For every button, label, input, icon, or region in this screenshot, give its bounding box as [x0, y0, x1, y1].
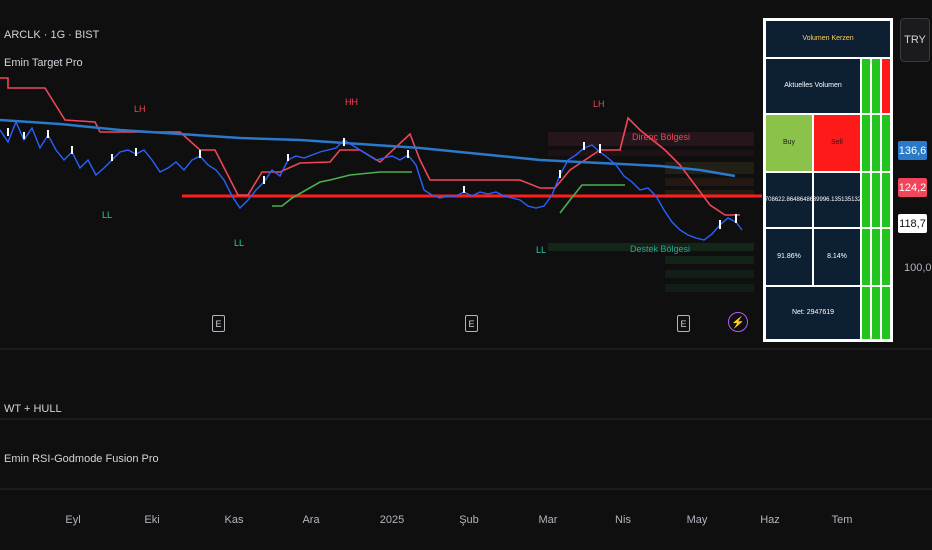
- x-axis-tick: Tem: [831, 514, 853, 526]
- trailing-stop-green: [559, 184, 625, 214]
- swing-label-ll: LL: [102, 210, 113, 220]
- x-axis-tick: 2025: [379, 514, 405, 526]
- indicator-name[interactable]: Emin Target Pro: [4, 57, 83, 69]
- support-zone: [665, 270, 754, 278]
- status-cell: [861, 286, 871, 340]
- status-cell: [871, 114, 881, 172]
- x-axis-tick: Haz: [760, 514, 780, 526]
- earnings-event-marker[interactable]: E: [212, 315, 225, 332]
- earnings-event-marker[interactable]: E: [677, 315, 690, 332]
- swing-label-lh: LH: [134, 104, 146, 114]
- resistance-zone-label: Direnç Bölgesi: [632, 132, 691, 142]
- sell-cell: Sell: [813, 114, 861, 172]
- volume-table-title: Volumen Kerzen: [765, 20, 891, 58]
- net-volume: Net: 2947619: [765, 286, 861, 340]
- status-cell: [871, 58, 881, 114]
- price-tag-trail[interactable]: 124,2: [898, 178, 927, 197]
- trailing-stop-green: [272, 171, 412, 207]
- resistance-zone: [665, 178, 754, 186]
- status-cell: [861, 58, 871, 114]
- support-zone: [665, 256, 754, 264]
- support-zone-label: Destek Bölgesi: [630, 244, 691, 254]
- trailing-stop-red: [0, 77, 740, 216]
- symbol-title[interactable]: ARCLK · 1G · BIST: [4, 29, 99, 41]
- status-cell: [881, 286, 891, 340]
- x-axis-tick: Ara: [302, 514, 320, 526]
- support-zone: [665, 284, 754, 292]
- pane-label-wt-hull[interactable]: WT + HULL: [4, 403, 62, 415]
- dividend-event-icon[interactable]: ⚡: [728, 312, 748, 332]
- x-axis-tick: May: [686, 514, 708, 526]
- current-volume-label: Aktuelles Volumen: [765, 58, 861, 114]
- sell-percent: 8.14%: [813, 228, 861, 286]
- x-axis-tick: Şub: [459, 514, 479, 526]
- status-cell: [881, 172, 891, 228]
- status-cell: [871, 286, 881, 340]
- status-cell: [861, 114, 871, 172]
- x-axis-tick: Kas: [224, 514, 244, 526]
- swing-label-lh: LH: [593, 99, 605, 109]
- status-cell: [881, 228, 891, 286]
- x-axis-tick: Eyl: [65, 514, 81, 526]
- buy-volume: 2708622.864864867: [765, 172, 813, 228]
- buy-percent: 91.86%: [765, 228, 813, 286]
- volume-table: Volumen Kerzen Aktuelles Volumen Buy Sel…: [763, 18, 893, 342]
- x-axis-tick: Nis: [615, 514, 631, 526]
- sell-volume: 239996.1351351328: [813, 172, 861, 228]
- status-cell: [871, 228, 881, 286]
- status-cell: [881, 114, 891, 172]
- buy-cell: Buy: [765, 114, 813, 172]
- x-axis-tick: Mar: [538, 514, 558, 526]
- swing-label-ll: LL: [234, 238, 245, 248]
- status-cell: [861, 228, 871, 286]
- pane-label-rsi-fusion[interactable]: Emin RSI-Godmode Fusion Pro: [4, 453, 159, 465]
- price-tag-last[interactable]: 118,7: [898, 214, 927, 233]
- y-axis-tick: 100,0: [904, 262, 932, 274]
- currency-button[interactable]: TRY: [900, 18, 930, 62]
- status-cell: [881, 58, 891, 114]
- earnings-event-marker[interactable]: E: [465, 315, 478, 332]
- x-axis-tick: Eki: [144, 514, 160, 526]
- status-cell: [871, 172, 881, 228]
- swing-label-hh: HH: [345, 97, 358, 107]
- status-cell: [861, 172, 871, 228]
- swing-label-ll: LL: [536, 245, 547, 255]
- price-tag-ma[interactable]: 136,6: [898, 141, 927, 160]
